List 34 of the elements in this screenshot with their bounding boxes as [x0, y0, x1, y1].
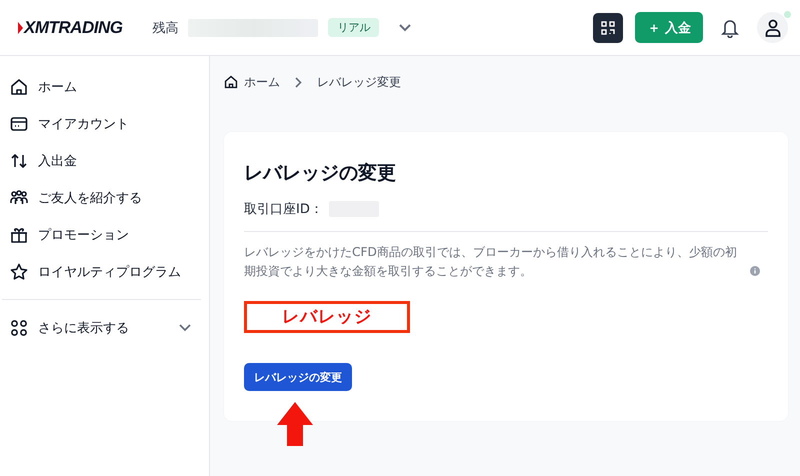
sidebar-item[interactable]: マイアカウント [2, 105, 201, 142]
home-icon [10, 78, 28, 96]
card-title: レバレッジの変更 [244, 161, 397, 186]
sidebar-item[interactable]: ご友人を紹介する [2, 179, 201, 216]
logo[interactable]: XMTRADING [18, 18, 122, 38]
show-more-toggle[interactable]: さらに表示する [2, 309, 201, 346]
sidebar-item[interactable]: ロイヤルティプログラム [2, 253, 201, 290]
breadcrumb-link[interactable]: ホーム [224, 74, 280, 90]
arrow-up-icon [275, 401, 315, 447]
breadcrumb-link[interactable]: レバレッジ変更 [317, 74, 401, 90]
profile-button[interactable] [757, 12, 788, 43]
sidebar-item[interactable]: プロモーション [2, 216, 201, 253]
home-icon [224, 75, 238, 89]
annotation-label: レバレッジ [244, 301, 410, 333]
chevron-down-icon[interactable] [399, 24, 412, 32]
deposit-button[interactable]: ＋ 入金 [635, 12, 703, 43]
account-type-badge: リアル [328, 18, 380, 37]
grid-icon [10, 318, 28, 336]
sidebar-item[interactable]: ホーム [2, 68, 201, 105]
balance-label: 残高 [152, 20, 178, 36]
people-icon [10, 188, 28, 206]
gift-icon [10, 226, 28, 244]
sidebar-item[interactable]: 入出金 [2, 142, 201, 179]
chevron-right-icon [295, 76, 302, 88]
person-icon [764, 18, 780, 36]
notification-bell-icon[interactable] [721, 18, 739, 38]
change-leverage-button[interactable]: レバレッジの変更 [244, 363, 352, 391]
qr-code-button[interactable] [593, 12, 624, 42]
card-icon [10, 114, 28, 132]
star-icon [10, 262, 28, 280]
arrows-icon [10, 152, 28, 170]
description: レバレッジをかけたCFD商品の取引では、ブローカーから借り入れることにより、少額の初期投資でより大きな金額を取引することができます。 [244, 244, 738, 280]
account-id-label: 取引口座ID： [244, 201, 323, 218]
qr-code-icon [601, 20, 616, 34]
